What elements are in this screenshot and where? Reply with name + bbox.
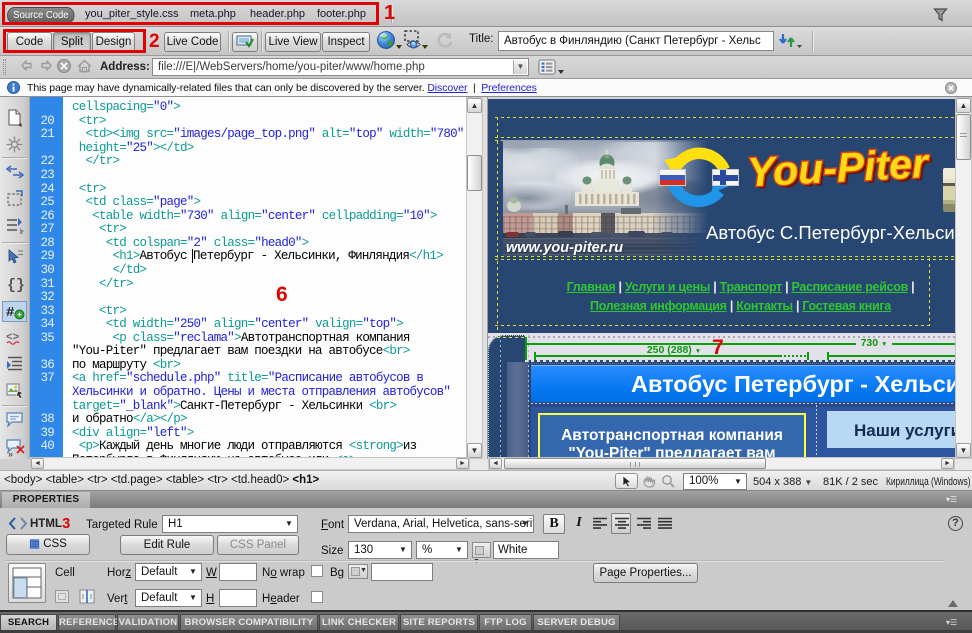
svg-text:{}: {} [7, 277, 24, 293]
svg-text:#: # [6, 305, 14, 320]
